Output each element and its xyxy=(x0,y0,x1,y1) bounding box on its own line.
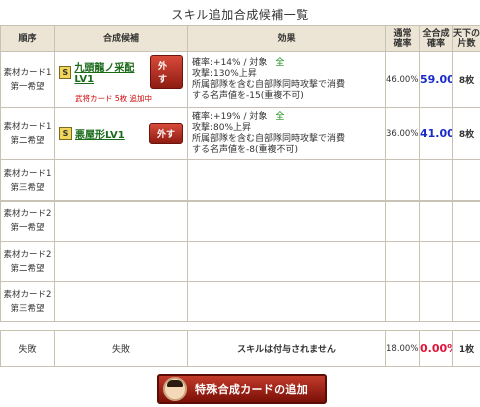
skill-name-link[interactable]: 九頭龍ノ采配LV1 xyxy=(74,59,150,85)
empty-cell xyxy=(385,281,420,322)
remove-button[interactable]: 外す xyxy=(148,123,183,144)
slot-label: 素材カード1 第三希望 xyxy=(0,159,55,202)
effect-attack: 攻撃:130%上昇 xyxy=(192,68,257,79)
candidate-cell: S 悪屋形LV1 外す xyxy=(54,107,188,160)
empty-cell xyxy=(54,200,188,242)
empty-cell xyxy=(452,200,480,242)
empty-cell xyxy=(419,200,453,242)
target-all: 全 xyxy=(275,111,285,122)
empty-cell xyxy=(385,241,420,282)
character-portrait-icon xyxy=(163,377,187,401)
effect-attack: 攻撃:80%上昇 xyxy=(192,122,252,133)
empty-cell xyxy=(452,281,480,322)
added-cards-note: 武将カード 5枚 追加中 xyxy=(75,94,153,103)
target-all: 全 xyxy=(275,57,285,68)
header-effect: 効果 xyxy=(187,25,386,52)
effect-desc: 所属部隊を含む自部隊同時攻撃で消費 xyxy=(192,79,346,90)
add-special-card-button[interactable]: 特殊合成カードの追加 xyxy=(157,374,327,404)
table-row: 素材カード1 第二希望 S 悪屋形LV1 外す 確率:+19% / 対象全 攻撃… xyxy=(0,107,480,160)
add-special-card-label: 特殊合成カードの追加 xyxy=(195,383,308,396)
table-row: 素材カード2 第一希望 xyxy=(0,200,480,242)
table-header: 順序 合成候補 効果 通常 確率 全合成 確率 天下の 片数 xyxy=(0,25,480,52)
empty-cell xyxy=(54,241,188,282)
effect-desc-2: する名声値を-15(重複不可) xyxy=(192,90,304,101)
header-total-rate: 全合成 確率 xyxy=(419,25,453,52)
empty-cell xyxy=(385,200,420,242)
slot-label: 素材カード2 第二希望 xyxy=(0,241,55,282)
table-row: 素材カード2 第三希望 xyxy=(0,281,480,322)
table-row: 素材カード2 第二希望 xyxy=(0,241,480,282)
skill-rank-badge: S xyxy=(59,127,72,140)
remove-button[interactable]: 外す xyxy=(149,55,183,89)
table-row: 素材カード1 第一希望 S 九頭龍ノ采配LV1 外す 武将カード 5枚 追加中 … xyxy=(0,51,480,108)
empty-cell xyxy=(419,159,453,202)
candidate-cell: S 九頭龍ノ采配LV1 外す 武将カード 5枚 追加中 xyxy=(54,51,188,108)
header-normal-rate: 通常 確率 xyxy=(385,25,420,52)
total-rate: 59.00% xyxy=(419,51,453,108)
failure-effect: スキルは付与されません xyxy=(187,330,386,367)
empty-cell xyxy=(54,281,188,322)
empty-cell xyxy=(452,159,480,202)
slot-label: 素材カード1 第二希望 xyxy=(0,107,55,160)
card-count: 8枚 xyxy=(452,107,480,160)
empty-cell xyxy=(187,241,386,282)
slot-label: 素材カード1 第一希望 xyxy=(0,51,55,108)
effect-prob: 確率:+14% / 対象 xyxy=(192,57,268,68)
header-order: 順序 xyxy=(0,25,55,52)
empty-cell xyxy=(187,281,386,322)
empty-cell xyxy=(187,159,386,202)
failure-normal-rate: 18.00% xyxy=(385,330,420,367)
skill-rank-badge: S xyxy=(59,65,72,79)
empty-cell xyxy=(419,241,453,282)
empty-cell xyxy=(452,241,480,282)
slot-label: 素材カード2 第三希望 xyxy=(0,281,55,322)
empty-cell xyxy=(385,159,420,202)
page-title: スキル追加合成候補一覧 xyxy=(171,8,309,22)
slot-label: 素材カード2 第一希望 xyxy=(0,200,55,242)
skill-name-link[interactable]: 悪屋形LV1 xyxy=(75,126,125,141)
header-candidate: 合成候補 xyxy=(54,25,188,52)
effect-prob: 確率:+19% / 対象 xyxy=(192,111,268,122)
header-count: 天下の 片数 xyxy=(452,25,480,52)
failure-label: 失敗 xyxy=(0,330,55,367)
effect-desc-2: する名声値を-8(重複不可) xyxy=(192,144,298,155)
effect-cell: 確率:+19% / 対象全 攻撃:80%上昇 所属部隊を含む自部隊同時攻撃で消費… xyxy=(187,107,386,160)
effect-cell: 確率:+14% / 対象全 攻撃:130%上昇 所属部隊を含む自部隊同時攻撃で消… xyxy=(187,51,386,108)
candidate-table: 順序 合成候補 効果 通常 確率 全合成 確率 天下の 片数 素材カード1 第一… xyxy=(0,25,480,202)
failure-total-rate: 0.00% xyxy=(419,330,453,367)
normal-rate: 46.00% xyxy=(385,51,420,108)
failure-count: 1枚 xyxy=(452,330,480,367)
failure-row: 失敗 失敗 スキルは付与されません 18.00% 0.00% 1枚 xyxy=(0,330,480,367)
total-rate: 41.00% xyxy=(419,107,453,160)
failure-candidate: 失敗 xyxy=(54,330,188,367)
normal-rate: 36.00% xyxy=(385,107,420,160)
failure-table: 失敗 失敗 スキルは付与されません 18.00% 0.00% 1枚 xyxy=(0,330,480,367)
effect-desc: 所属部隊を含む自部隊同時攻撃で消費 xyxy=(192,133,346,144)
table-row: 素材カード1 第三希望 xyxy=(0,159,480,202)
empty-cell xyxy=(187,200,386,242)
candidate-table-2: 素材カード2 第一希望 素材カード2 第二希望 素材カード2 第三希望 xyxy=(0,200,480,322)
empty-cell xyxy=(54,159,188,202)
empty-cell xyxy=(419,281,453,322)
card-count: 8枚 xyxy=(452,51,480,108)
